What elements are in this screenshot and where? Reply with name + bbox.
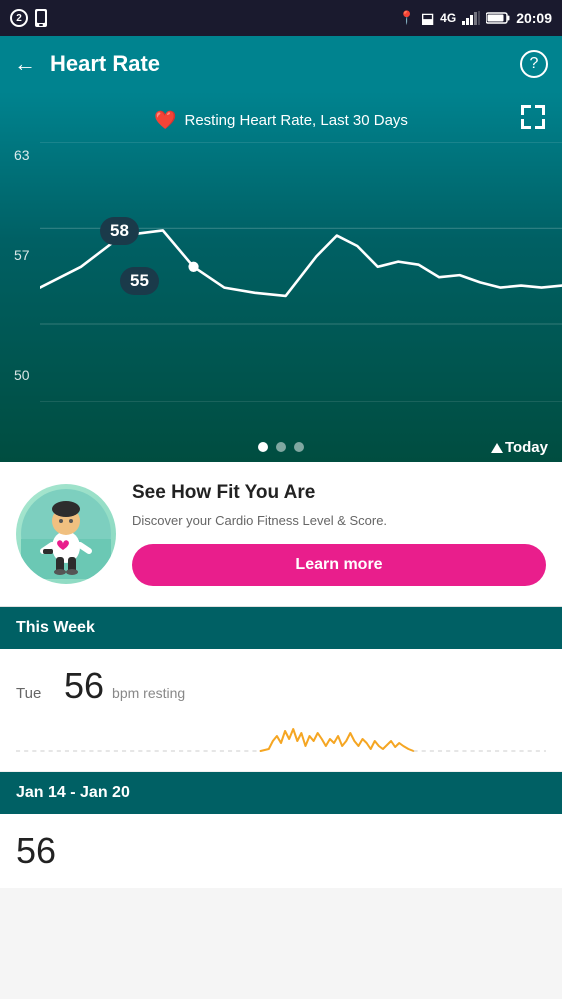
chart-dot-2[interactable] — [276, 442, 286, 452]
callout-58: 58 — [100, 217, 139, 245]
mini-sparkline — [16, 711, 546, 771]
chart-dot-1[interactable] — [258, 442, 268, 452]
page-title: Heart Rate — [50, 51, 520, 77]
bluetooth-icon: ⬓ — [421, 10, 434, 27]
cardio-fitness-card: See How Fit You Are Discover your Cardio… — [0, 462, 562, 607]
day-label: Tue — [16, 685, 56, 702]
signal-icon — [462, 11, 480, 25]
today-label: Today — [491, 439, 548, 456]
day-row-tue: Tue 56 bpm resting — [0, 649, 562, 772]
resting-label: ❤️ Resting Heart Rate, Last 30 Days — [0, 110, 562, 131]
status-bar: 2 📍 ⬓ 20:09 4G 20:09 — [0, 0, 562, 36]
heart-rate-chart — [40, 142, 562, 402]
cardio-title: See How Fit You Are — [132, 482, 546, 504]
y-label-57: 57 — [14, 247, 30, 263]
avatar-figure — [21, 489, 111, 579]
learn-more-button[interactable]: Learn more — [132, 544, 546, 586]
resting-label-text: Resting Heart Rate, Last 30 Days — [184, 112, 407, 129]
y-label-63: 63 — [14, 147, 30, 163]
avatar-circle — [16, 484, 116, 584]
heart-icon: ❤️ — [154, 110, 176, 131]
location-icon: 📍 — [399, 10, 415, 26]
cardio-description: Discover your Cardio Fitness Level & Sco… — [132, 512, 546, 530]
chart-area: ❤️ Resting Heart Rate, Last 30 Days 63 5… — [0, 92, 562, 462]
status-left-icons: 2 — [10, 9, 48, 27]
help-button[interactable]: ? — [520, 50, 548, 78]
date-range-header: Jan 14 - Jan 20 — [0, 772, 562, 814]
chart-dot-3[interactable] — [294, 442, 304, 452]
mini-chart — [16, 711, 546, 771]
this-week-header: This Week — [0, 607, 562, 649]
back-button[interactable]: ← — [14, 51, 36, 77]
chart-footer — [0, 442, 562, 452]
status-right-icons: 📍 ⬓ 20:09 4G 20:09 — [399, 10, 552, 27]
battery-icon — [486, 11, 510, 25]
bpm-value: 56 — [64, 665, 104, 707]
network-4g: 4G — [440, 11, 456, 25]
cardio-text-block: See How Fit You Are Discover your Cardio… — [132, 482, 546, 586]
partial-bpm-value: 56 — [16, 830, 56, 872]
time-label: 20:09 — [516, 10, 552, 26]
y-label-50: 50 — [14, 367, 30, 383]
phone-icon — [34, 9, 48, 27]
header: ← Heart Rate ? — [0, 36, 562, 92]
bpm-unit: bpm resting — [112, 685, 185, 701]
day-row-top: Tue 56 bpm resting — [16, 665, 546, 707]
circle-2-icon: 2 — [10, 9, 28, 27]
expand-icon[interactable] — [520, 104, 546, 136]
today-triangle-icon — [491, 443, 503, 453]
partial-bpm-row: 56 — [0, 814, 562, 888]
callout-55: 55 — [120, 267, 159, 295]
